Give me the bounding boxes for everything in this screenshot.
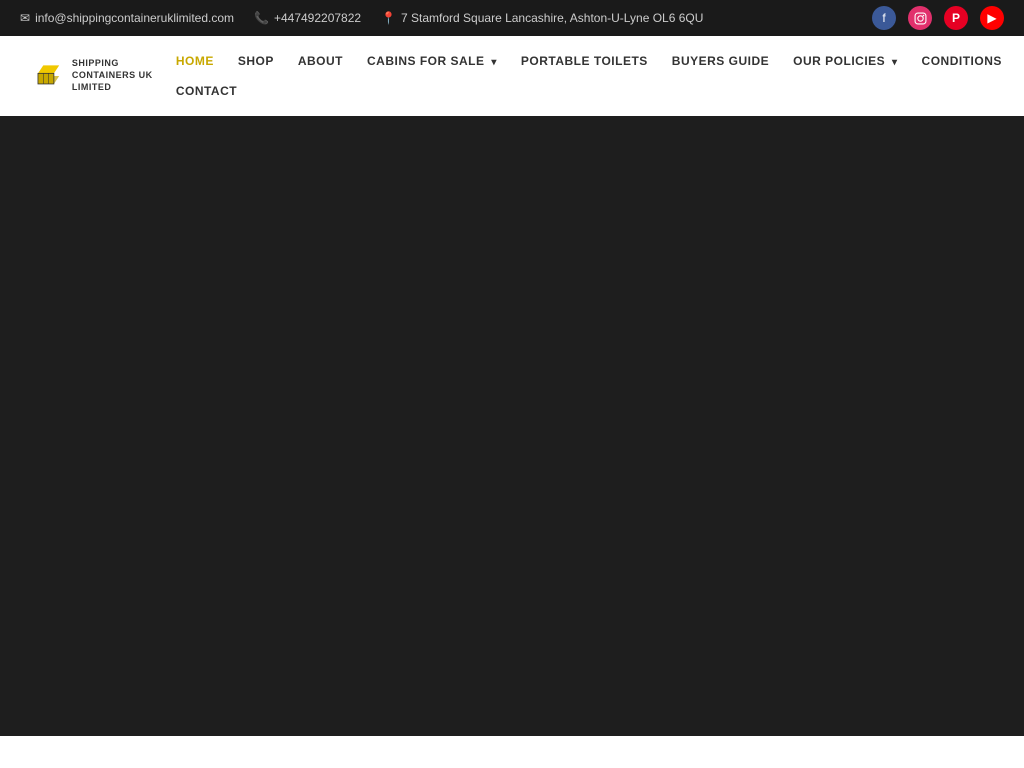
nav-portable-toilets[interactable]: PORTABLE TOILETS — [509, 46, 660, 76]
address-item: 📍 7 Stamford Square Lancashire, Ashton-U… — [381, 11, 703, 25]
nav-contact[interactable]: CONTACT — [164, 76, 249, 106]
youtube-icon[interactable]: ▶ — [980, 6, 1004, 30]
logo-text: SHIPPING CONTAINERS UK LIMITED — [72, 58, 164, 93]
nav-our-policies[interactable]: OUR POLICIES ▾ — [781, 46, 909, 76]
social-links: f P ▶ — [872, 6, 1004, 30]
address-text: 7 Stamford Square Lancashire, Ashton-U-L… — [401, 11, 703, 25]
nav-cabins-for-sale[interactable]: CABINS FOR SALE ▾ — [355, 46, 509, 76]
nav-home[interactable]: HOME — [164, 46, 226, 76]
email-icon: ✉ — [20, 11, 30, 25]
phone-item[interactable]: 📞 +447492207822 — [254, 11, 361, 25]
phone-icon: 📞 — [254, 11, 269, 25]
phone-text: +447492207822 — [274, 11, 361, 25]
top-bar-contact-info: ✉ info@shippingcontaineruklimited.com 📞 … — [20, 11, 703, 25]
navigation: HOME SHOP ABOUT CABINS FOR SALE ▾ PORTAB… — [164, 46, 1014, 106]
nav-row-1: HOME SHOP ABOUT CABINS FOR SALE ▾ PORTAB… — [164, 46, 1014, 76]
header: SHIPPING CONTAINERS UK LIMITED HOME SHOP… — [0, 36, 1024, 116]
pinterest-icon[interactable]: P — [944, 6, 968, 30]
cabins-dropdown-arrow: ▾ — [491, 57, 497, 68]
nav-shop[interactable]: SHOP — [226, 46, 286, 76]
facebook-icon[interactable]: f — [872, 6, 896, 30]
nav-conditions[interactable]: CONDITIONS — [910, 46, 1014, 76]
email-item[interactable]: ✉ info@shippingcontaineruklimited.com — [20, 11, 234, 25]
location-icon: 📍 — [381, 11, 396, 25]
nav-buyers-guide[interactable]: BUYERS GUIDE — [660, 46, 781, 76]
top-bar: ✉ info@shippingcontaineruklimited.com 📞 … — [0, 0, 1024, 36]
nav-row-2: CONTACT — [164, 76, 1014, 106]
main-content — [0, 116, 1024, 736]
instagram-icon[interactable] — [908, 6, 932, 30]
email-text: info@shippingcontaineruklimited.com — [35, 11, 234, 25]
policies-dropdown-arrow: ▾ — [892, 57, 898, 68]
nav-about[interactable]: ABOUT — [286, 46, 355, 76]
logo[interactable]: SHIPPING CONTAINERS UK LIMITED — [30, 46, 164, 106]
logo-icon — [30, 46, 62, 106]
